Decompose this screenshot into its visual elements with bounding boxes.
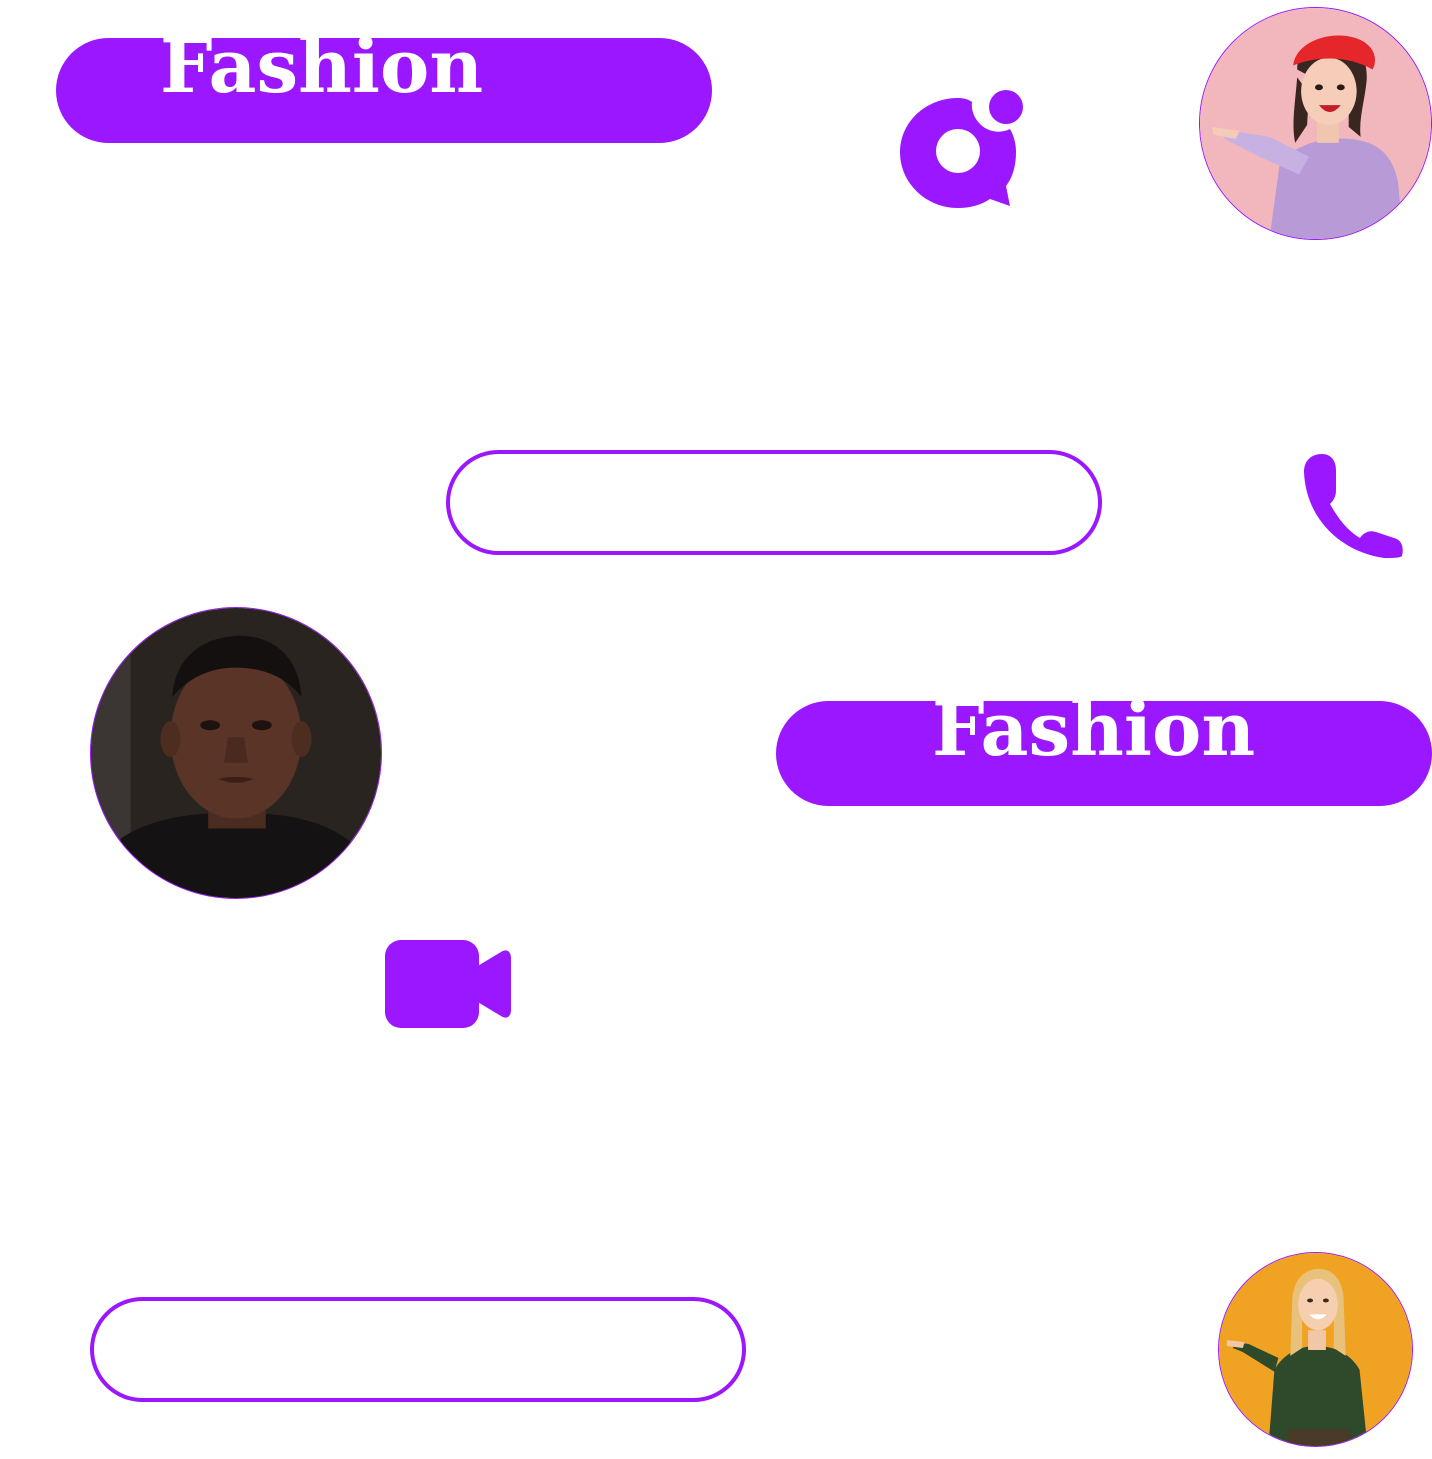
fashion-tag-middle[interactable]: Fashion bbox=[776, 701, 1432, 806]
outline-tag-bottom[interactable] bbox=[90, 1297, 746, 1402]
woman-green-sweater-photo bbox=[1218, 1252, 1413, 1447]
video-camera-icon[interactable] bbox=[385, 940, 511, 1028]
chat-bubble-icon[interactable] bbox=[896, 88, 1026, 210]
man-portrait-photo bbox=[90, 607, 382, 899]
phone-icon[interactable] bbox=[1298, 452, 1404, 558]
fashion-tag-top-label: Fashion bbox=[160, 38, 484, 110]
woman-red-beret-photo bbox=[1199, 7, 1432, 240]
fashion-tag-middle-label: Fashion bbox=[932, 701, 1256, 773]
fashion-tag-top[interactable]: Fashion bbox=[56, 38, 712, 143]
outline-tag-middle[interactable] bbox=[446, 450, 1102, 555]
